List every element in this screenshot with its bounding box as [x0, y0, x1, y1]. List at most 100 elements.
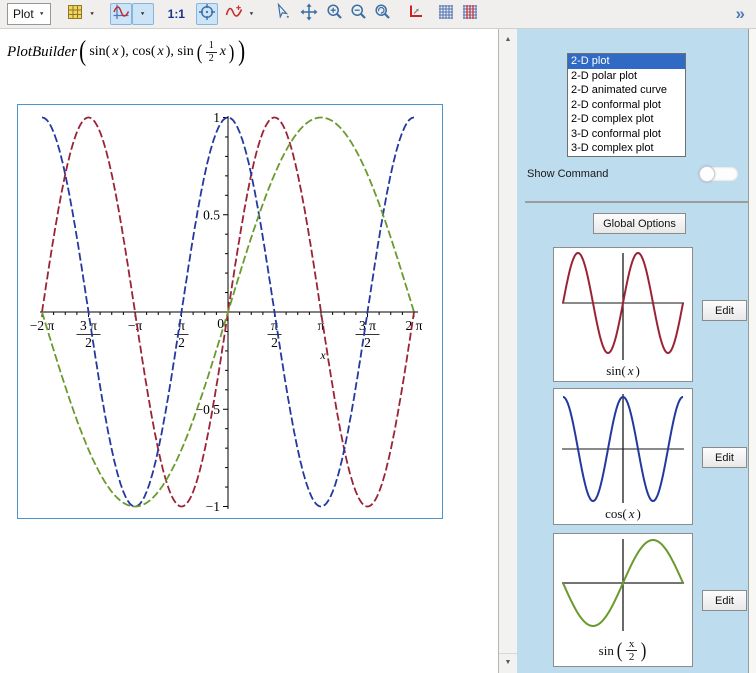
plot-type-option[interactable]: 2-D plot	[568, 54, 685, 69]
plot-dropdown-label: Plot	[13, 7, 34, 21]
svg-text:−π: −π	[128, 318, 143, 333]
fraction: 12	[206, 40, 217, 64]
thumbnail-sin-x[interactable]: sin(x)	[553, 247, 693, 382]
table-grid-icon	[67, 4, 83, 25]
plot-drawer-button[interactable]	[110, 3, 132, 25]
svg-text:−2 π: −2 π	[30, 318, 55, 333]
thumbnail-caption: sin(x2)	[554, 638, 692, 664]
gridlines-edit-icon	[462, 4, 478, 25]
svg-text:3 π: 3 π	[80, 318, 97, 333]
svg-text:2: 2	[271, 335, 278, 350]
thumbnail-sin-x-over-2[interactable]: sin(x2)	[553, 533, 693, 667]
zoom-reset-button[interactable]	[372, 3, 394, 25]
scale-1-1-button[interactable]: 1:1	[168, 7, 185, 21]
plot-dropdown[interactable]: Plot ▼	[7, 3, 51, 25]
show-command-toggle[interactable]	[700, 167, 738, 181]
thumbnail-caption: sin(x)	[554, 363, 692, 379]
thumbnail-cos-x[interactable]: cos(x)	[553, 388, 693, 525]
expr-segment: PlotBuilder	[7, 44, 77, 61]
edit-button[interactable]: Edit	[702, 300, 747, 321]
vertical-scrollbar[interactable]: ▲ ▼	[498, 29, 517, 673]
thumbnail-caption: cos(x)	[554, 506, 692, 522]
svg-text:2: 2	[85, 335, 92, 350]
curve-plus-icon	[225, 3, 243, 26]
fraction: x2	[626, 638, 638, 664]
expand-panel-button[interactable]: »	[736, 4, 746, 24]
gridlines-button[interactable]	[435, 3, 457, 25]
plot-drawer-menu-button[interactable]: ▼	[132, 3, 154, 25]
scroll-down-button[interactable]: ▼	[499, 653, 517, 671]
select-pointer-button[interactable]	[272, 3, 294, 25]
plot-type-option[interactable]: 2-D polar plot	[568, 69, 685, 84]
svg-text:2: 2	[178, 335, 185, 350]
plot-type-option[interactable]: 2-D animated curve	[568, 83, 685, 98]
svg-text:1: 1	[213, 110, 220, 125]
expr-segment: (	[617, 641, 623, 660]
svg-text:2: 2	[364, 335, 371, 350]
svg-text:0: 0	[217, 316, 224, 331]
plot-type-option[interactable]: 3-D complex plot	[568, 141, 685, 156]
zoom-in-button[interactable]	[324, 3, 346, 25]
probe-crosshair-icon	[198, 3, 216, 26]
edit-button[interactable]: Edit	[702, 590, 747, 611]
sidebar-scroll-strip[interactable]	[748, 29, 756, 673]
zoom-out-icon	[350, 3, 368, 26]
svg-text:3 π: 3 π	[359, 318, 376, 333]
axis-ranges-icon	[407, 3, 424, 25]
expr-segment: x	[158, 44, 164, 60]
zoom-in-icon	[326, 3, 344, 26]
plot-builder-window: Plot ▼ ▼ ▼ 1:1	[0, 0, 756, 673]
zoom-reset-icon	[374, 3, 392, 26]
scroll-up-button[interactable]: ▲	[499, 31, 517, 48]
gridlines-edit-button[interactable]	[459, 3, 481, 25]
expr-segment: x	[112, 44, 118, 60]
plot-type-listbox[interactable]: 2-D plot2-D polar plot2-D animated curve…	[567, 53, 686, 157]
expr-segment: ), cos(	[121, 44, 156, 60]
expr-segment: )	[637, 506, 641, 522]
table-grid-menu-button[interactable]: ▼	[86, 3, 99, 25]
plot-type-option[interactable]: 2-D conformal plot	[568, 98, 685, 113]
show-command-label: Show Command	[527, 168, 608, 180]
global-options-button[interactable]: Global Options	[593, 213, 686, 234]
chevron-down-icon: ▼	[249, 12, 255, 17]
main-plot[interactable]: −2 π3 π2−ππ20π2π3 π22 π10.5−0.5−1x	[17, 104, 443, 519]
expr-segment: x	[628, 363, 634, 379]
expr-segment: x	[629, 506, 635, 522]
plot-type-option[interactable]: 2-D complex plot	[568, 112, 685, 127]
gridlines-icon	[438, 4, 454, 25]
axis-ranges-button[interactable]	[405, 3, 427, 25]
expr-segment: ), sin	[166, 44, 194, 60]
add-curve-button[interactable]	[223, 3, 245, 25]
zoom-out-button[interactable]	[348, 3, 370, 25]
svg-text:−1: −1	[206, 499, 220, 514]
thumbnail-plot	[554, 248, 692, 370]
pointer-arrow-icon	[274, 3, 291, 25]
toolbar: Plot ▼ ▼ ▼ 1:1	[0, 0, 756, 29]
thumbnail-plot	[554, 389, 692, 513]
pan-move-icon	[300, 3, 318, 26]
expr-segment: )	[238, 40, 245, 64]
chevron-down-icon: ▼	[89, 12, 95, 17]
plot-builder-sidebar: 2-D plot2-D polar plot2-D animated curve…	[517, 29, 756, 673]
chevron-down-icon: ▼	[39, 12, 45, 17]
table-grid-button[interactable]	[64, 3, 86, 25]
svg-text:2 π: 2 π	[406, 318, 423, 333]
expr-segment: )	[641, 641, 647, 660]
edit-button[interactable]: Edit	[702, 447, 747, 468]
expr-segment: sin	[599, 643, 614, 659]
plot-type-option[interactable]: 3-D conformal plot	[568, 127, 685, 142]
svg-text:x: x	[319, 348, 326, 362]
expr-segment: )	[635, 363, 639, 379]
add-curve-menu-button[interactable]: ▼	[245, 3, 258, 25]
sidebar-divider	[525, 201, 748, 203]
expr-segment: sin(	[89, 44, 110, 60]
expr-segment: (	[196, 43, 202, 62]
probe-button[interactable]	[196, 3, 218, 25]
expr-segment: (	[79, 40, 86, 64]
expr-segment: cos(	[605, 506, 627, 522]
toggle-knob	[699, 166, 715, 182]
expr-segment: )	[229, 43, 235, 62]
pan-button[interactable]	[298, 3, 320, 25]
axes-curve-icon	[112, 3, 130, 26]
thumbnail-plot	[554, 534, 692, 641]
